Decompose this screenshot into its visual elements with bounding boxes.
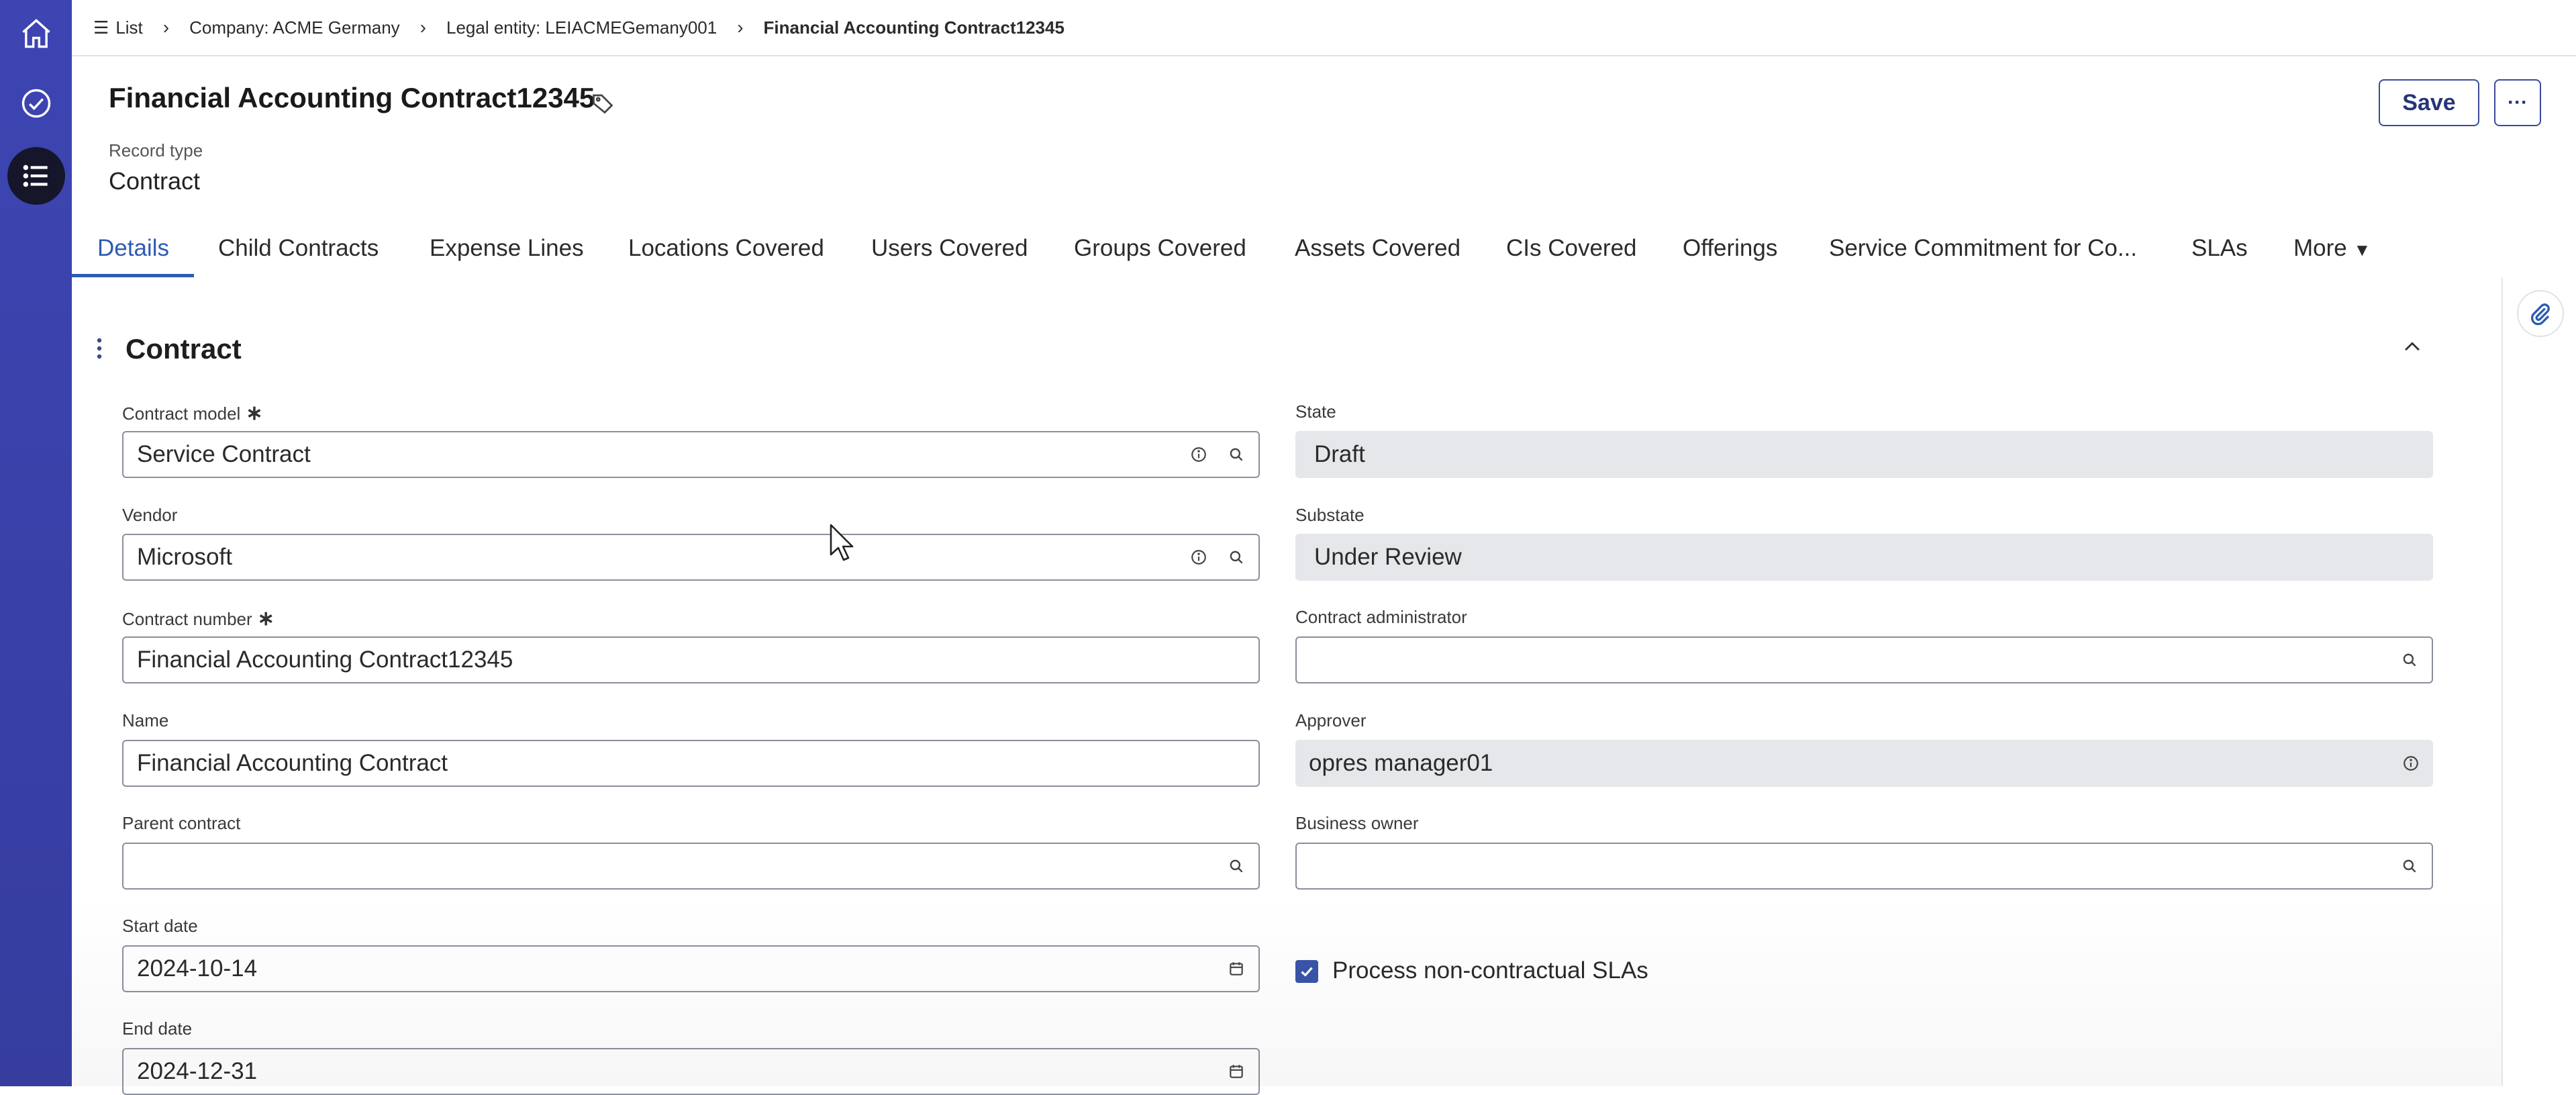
- vendor-label: Vendor: [122, 505, 178, 525]
- name-value: Financial Accounting Contract: [137, 750, 448, 776]
- breadcrumb-company[interactable]: Company: ACME Germany: [189, 17, 400, 38]
- tab-details[interactable]: Details: [97, 235, 169, 262]
- end-date-value: 2024-12-31: [137, 1058, 258, 1084]
- approvals-button[interactable]: [0, 70, 72, 137]
- approvals-icon: [21, 89, 50, 118]
- contract-number-value: Financial Accounting Contract12345: [137, 647, 513, 673]
- name-label: Name: [122, 710, 169, 730]
- breadcrumb-current: Financial Accounting Contract12345: [763, 17, 1064, 38]
- save-button[interactable]: Save: [2379, 79, 2479, 126]
- record-tabs: Details Child Contracts Expense Lines Lo…: [72, 222, 2576, 279]
- contract-administrator-label: Contract administrator: [1295, 607, 1467, 627]
- list-menu-icon: [23, 164, 48, 187]
- search-icon[interactable]: [2401, 857, 2418, 875]
- state-label: State: [1295, 401, 1336, 422]
- tab-more[interactable]: More ▼: [2293, 235, 2371, 262]
- end-date-label: End date: [122, 1018, 193, 1039]
- start-date-value: 2024-10-14: [137, 955, 258, 982]
- vendor-value: Microsoft: [137, 544, 232, 570]
- tab-users-covered[interactable]: Users Covered: [871, 235, 1028, 262]
- list-menu-button[interactable]: [0, 142, 72, 209]
- tab-service-commitment[interactable]: Service Commitment for Co...: [1829, 235, 2137, 262]
- tab-offerings[interactable]: Offerings: [1683, 235, 1777, 262]
- search-icon[interactable]: [1228, 857, 1245, 875]
- approver-field: opres manager01: [1295, 740, 2433, 787]
- mouse-cursor-icon: [830, 524, 854, 561]
- substate-value: Under Review: [1314, 544, 1462, 570]
- start-date-field[interactable]: 2024-10-14: [122, 945, 1260, 992]
- required-asterisk-icon: ∗: [257, 608, 275, 630]
- chevron-right-icon: ›: [419, 17, 426, 38]
- tab-groups-covered[interactable]: Groups Covered: [1074, 235, 1246, 262]
- substate-label: Substate: [1295, 505, 1365, 525]
- checkmark-icon: [1301, 967, 1313, 977]
- contract-model-label: Contract model ∗: [122, 402, 263, 424]
- parent-contract-label: Parent contract: [122, 813, 241, 833]
- end-date-field[interactable]: 2024-12-31: [122, 1048, 1260, 1095]
- process-non-contractual-slas-checkbox[interactable]: [1295, 960, 1318, 983]
- business-owner-label: Business owner: [1295, 813, 1419, 833]
- breadcrumb-legal-entity[interactable]: Legal entity: LEIACMEGemany001: [446, 17, 717, 38]
- contract-model-field[interactable]: Service Contract: [122, 431, 1260, 478]
- parent-contract-field[interactable]: [122, 843, 1260, 890]
- active-tab-indicator: [72, 274, 194, 277]
- substate-field: Under Review: [1295, 534, 2433, 581]
- contract-number-field[interactable]: Financial Accounting Contract12345: [122, 636, 1260, 683]
- chevron-right-icon: ›: [737, 17, 744, 38]
- tab-locations-covered[interactable]: Locations Covered: [628, 235, 824, 262]
- name-field[interactable]: Financial Accounting Contract: [122, 740, 1260, 787]
- start-date-label: Start date: [122, 916, 198, 936]
- search-icon[interactable]: [1228, 446, 1245, 463]
- tab-child-contracts[interactable]: Child Contracts: [218, 235, 379, 262]
- business-owner-field[interactable]: [1295, 843, 2433, 890]
- page-title: Financial Accounting Contract12345: [109, 82, 595, 113]
- form-content: Contract Contract model ∗ Service Contrac…: [72, 278, 2570, 1095]
- info-icon[interactable]: [2402, 755, 2420, 772]
- paperclip-icon: [2530, 303, 2550, 326]
- tab-assets-covered[interactable]: Assets Covered: [1295, 235, 1460, 262]
- info-icon[interactable]: [1190, 446, 1207, 463]
- contract-administrator-field[interactable]: [1295, 636, 2433, 683]
- tab-cis-covered[interactable]: CIs Covered: [1506, 235, 1637, 262]
- chevron-right-icon: ›: [162, 17, 170, 38]
- contract-number-label: Contract number ∗: [122, 608, 275, 630]
- tag-icon[interactable]: [591, 91, 615, 115]
- attachment-button[interactable]: [2517, 290, 2564, 337]
- caret-down-icon: ▼: [2353, 240, 2371, 260]
- record-type-label: Record type: [109, 140, 203, 160]
- approver-label: Approver: [1295, 710, 1367, 730]
- tab-expense-lines[interactable]: Expense Lines: [430, 235, 584, 262]
- more-actions-button[interactable]: ···: [2494, 79, 2541, 126]
- search-icon[interactable]: [2401, 651, 2418, 669]
- list-icon: ☰: [93, 17, 109, 38]
- info-icon[interactable]: [1190, 549, 1207, 566]
- record-type-value: Contract: [109, 167, 201, 195]
- tab-slas[interactable]: SLAs: [2191, 235, 2248, 262]
- home-icon: [21, 19, 50, 48]
- home-button[interactable]: [0, 0, 72, 67]
- required-asterisk-icon: ∗: [246, 402, 263, 424]
- process-non-contractual-slas-label: Process non-contractual SLAs: [1332, 957, 1648, 984]
- contract-model-value: Service Contract: [137, 441, 311, 467]
- left-rail: [0, 0, 72, 1086]
- calendar-icon[interactable]: [1228, 1063, 1245, 1080]
- drag-handle-icon[interactable]: [95, 337, 103, 360]
- calendar-icon[interactable]: [1228, 960, 1245, 978]
- section-title: Contract: [126, 333, 242, 365]
- search-icon[interactable]: [1228, 549, 1245, 566]
- list-menu-active-circle: [7, 147, 65, 205]
- right-side-panel: [2501, 278, 2576, 1086]
- vendor-field[interactable]: Microsoft: [122, 534, 1260, 581]
- tab-more-label: More: [2293, 235, 2347, 261]
- approver-value: opres manager01: [1309, 750, 1493, 776]
- collapse-chevron-icon[interactable]: [2401, 336, 2424, 359]
- breadcrumb-list[interactable]: ☰ List: [93, 17, 143, 38]
- state-value: Draft: [1314, 441, 1365, 467]
- state-field: Draft: [1295, 431, 2433, 478]
- breadcrumb: ☰ List › Company: ACME Germany › Legal en…: [72, 0, 2576, 56]
